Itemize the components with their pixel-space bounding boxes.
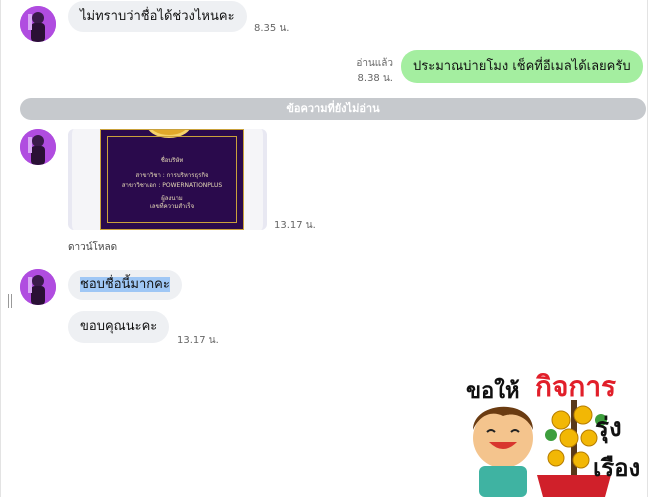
download-link[interactable]: ดาวน์โหลด bbox=[68, 240, 117, 255]
message-bubble[interactable]: ขอบคุณนะคะ bbox=[68, 311, 170, 343]
sticker-text: ขอให้ bbox=[466, 377, 520, 404]
certificate-line: ผู้ลงนาม bbox=[161, 195, 183, 202]
sticker-text: เรือง bbox=[593, 454, 640, 482]
certificate-line: ชื่อบริษัท bbox=[160, 157, 184, 164]
message-time: 13.17 น. bbox=[274, 220, 316, 231]
avatar-image bbox=[20, 6, 56, 42]
sticker[interactable]: ขอให้ กิจการ รุ่ง เรือง bbox=[461, 360, 647, 497]
avatar-image bbox=[20, 269, 56, 305]
message-time: 8.35 น. bbox=[254, 23, 290, 34]
chat-panel: ไม่ทราบว่าชื่อได้ช่วงไหนคะ 8.35 น. อ่านแ… bbox=[0, 0, 648, 497]
read-status: อ่านแล้ว bbox=[356, 58, 393, 69]
resize-handle[interactable] bbox=[8, 293, 15, 309]
avatar-image bbox=[20, 129, 56, 165]
unread-divider: ข้อความที่ยังไม่อ่าน bbox=[20, 98, 646, 120]
certificate-border: ชื่อบริษัท สาขาวิชา : การบริหารธุรกิจ สา… bbox=[107, 136, 237, 223]
message-text: ไม่ทราบว่าชื่อได้ช่วงไหนคะ bbox=[80, 9, 235, 24]
image-attachment[interactable]: ชื่อบริษัท สาขาวิชา : การบริหารธุรกิจ สา… bbox=[68, 129, 267, 230]
message-time: 8.38 น. bbox=[357, 73, 393, 84]
message-bubble[interactable]: ประมาณบ่ายโมง เช็คที่อีเมลได้เลยครับ bbox=[401, 50, 643, 83]
sticker-image: ขอให้ กิจการ รุ่ง เรือง bbox=[466, 370, 640, 497]
sticker-text: รุ่ง bbox=[595, 413, 622, 444]
message-text: ชอบชื่อนี้มากคะ bbox=[80, 277, 170, 292]
certificate-line: เลขที่ความสำเร็จ bbox=[149, 203, 195, 210]
sticker-text: กิจการ bbox=[535, 370, 616, 403]
avatar[interactable] bbox=[20, 6, 56, 42]
certificate-image[interactable]: ชื่อบริษัท สาขาวิชา : การบริหารธุรกิจ สา… bbox=[100, 129, 244, 230]
message-bubble[interactable]: ชอบชื่อนี้มากคะ bbox=[68, 270, 182, 300]
message-bubble[interactable]: ไม่ทราบว่าชื่อได้ช่วงไหนคะ bbox=[68, 1, 247, 32]
avatar[interactable] bbox=[20, 129, 56, 165]
avatar[interactable] bbox=[20, 269, 56, 305]
message-text: ประมาณบ่ายโมง เช็คที่อีเมลได้เลยครับ bbox=[413, 59, 631, 74]
message-text: ขอบคุณนะคะ bbox=[80, 319, 158, 334]
certificate-line: สาขาวิชา : การบริหารธุรกิจ bbox=[135, 172, 209, 179]
message-time: 13.17 น. bbox=[177, 335, 219, 346]
certificate-line: สาขาวิชาเอก : POWERNATIONPLUS bbox=[121, 182, 223, 189]
